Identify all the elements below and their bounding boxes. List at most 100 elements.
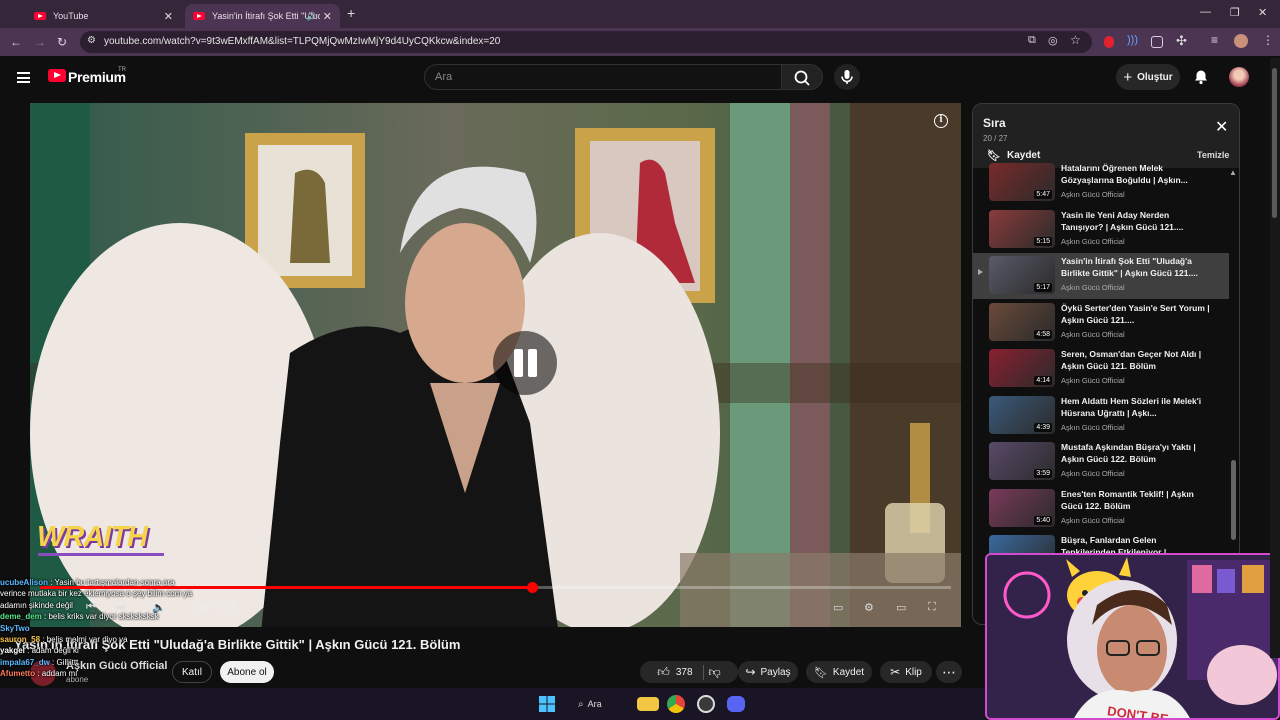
queue-item-title[interactable]: Yasin'in İtirafı Şok Etti "Uludağ'a Birl… bbox=[1061, 255, 1211, 279]
chat-username: Afumetto bbox=[0, 669, 36, 679]
page-scrollbar-thumb[interactable] bbox=[1272, 68, 1277, 218]
queue-item[interactable]: 5:40 Enes'ten Romantik Teklif! | Aşkın Gü… bbox=[973, 486, 1229, 532]
chat-username: ucubeAlison bbox=[0, 578, 49, 587]
dislike-button[interactable]: 👎︎ bbox=[709, 665, 721, 680]
queue-thumbnail[interactable]: 3:59 bbox=[989, 442, 1055, 480]
taskbar-search-label: Ara bbox=[587, 699, 602, 709]
queue-thumbnail[interactable]: 4:39 bbox=[989, 395, 1055, 434]
queue-item-channel: Aşkın Gücü Official bbox=[1061, 422, 1125, 432]
chat-separator: : bbox=[24, 646, 32, 656]
queue-item[interactable]: 5:47 Hatalarını Öğrenen Melek Gözyaşların… bbox=[973, 160, 1229, 206]
reload-button[interactable]: ↻ bbox=[57, 35, 67, 49]
video-player[interactable]: i WRAITH ⏮ ⏭ 🔈 2:48 / 5:16 ▭ ⚙ ▭ ⛶ bbox=[30, 103, 961, 627]
queue-item-channel: Aşkın Gücü Official bbox=[1061, 329, 1125, 339]
queue-item-title[interactable]: Hem Aldattı Hem Sözleri ile Melek'i Hüsr… bbox=[1061, 395, 1211, 419]
queue-item[interactable]: 5:15 Yasin ile Yeni Aday Nerden Tanışıyor… bbox=[973, 207, 1229, 253]
back-button[interactable]: ← bbox=[10, 35, 22, 49]
obs-icon[interactable] bbox=[697, 695, 715, 713]
queue-item-channel: Aşkın Gücü Official bbox=[1061, 469, 1125, 478]
install-icon[interactable]: ⧉ bbox=[1028, 34, 1036, 47]
queue-position: 20 / 27 bbox=[983, 134, 1008, 143]
queue-item[interactable]: 3:59 Mustafa Aşkından Büşra'yı Yaktı | Aş… bbox=[973, 439, 1229, 485]
queue-thumbnail[interactable]: 4:14 bbox=[989, 349, 1055, 387]
bookmark-star-icon[interactable]: ☆ bbox=[1070, 33, 1081, 47]
file-explorer-icon[interactable] bbox=[637, 697, 659, 711]
minimize-button[interactable]: — bbox=[1200, 6, 1211, 18]
duration-badge: 5:47 bbox=[1034, 190, 1052, 199]
theater-mode-icon[interactable]: ▭ bbox=[896, 601, 906, 614]
windows-start-icon[interactable] bbox=[536, 694, 558, 714]
close-queue-icon[interactable]: ✕ bbox=[1215, 120, 1228, 136]
browser-tab-video[interactable]: Yasin'in İtirafı Şok Etti "Uluda 🔊 ✕ bbox=[185, 4, 340, 28]
queue-item-channel: Aşkın Gücü Official bbox=[1061, 376, 1125, 385]
scissors-icon: ✂ bbox=[890, 665, 901, 679]
browser-tab-youtube[interactable]: YouTube ✕ bbox=[26, 4, 181, 28]
eye-off-icon[interactable]: ◎ bbox=[1048, 34, 1058, 47]
chat-username: SkyTwo bbox=[0, 623, 30, 633]
queue-scroll-up-icon[interactable]: ▲ bbox=[1229, 168, 1237, 177]
more-actions-button[interactable]: ⋯ bbox=[936, 661, 962, 683]
youtube-logo-icon[interactable] bbox=[48, 69, 66, 82]
url-text[interactable]: youtube.com/watch?v=9t3wEMxffAM&list=TLP… bbox=[104, 36, 500, 47]
scrubber-knob[interactable] bbox=[526, 582, 538, 593]
queue-thumbnail[interactable]: 5:40 bbox=[989, 488, 1055, 527]
queue-item-title[interactable]: Öykü Serter'den Yasin'e Sert Yorum | Aşk… bbox=[1061, 302, 1211, 326]
chat-message: adamın şikinde değil bbox=[0, 600, 480, 611]
close-window-button[interactable]: ✕ bbox=[1258, 6, 1267, 19]
forward-button[interactable]: → bbox=[34, 35, 46, 49]
chrome-menu-icon[interactable]: ⋮ bbox=[1262, 33, 1274, 47]
queue-clear-button[interactable]: Temizle bbox=[1197, 150, 1229, 160]
pause-indicator-icon[interactable] bbox=[493, 331, 557, 395]
queue-thumbnail[interactable]: 5:17 bbox=[989, 256, 1055, 294]
clip-button[interactable]: ✂ Klip bbox=[880, 661, 932, 683]
search-button[interactable] bbox=[781, 64, 823, 90]
tab-close-icon[interactable]: ✕ bbox=[164, 10, 173, 23]
extensions-puzzle-icon[interactable]: ✣ bbox=[1176, 33, 1187, 49]
queue-item[interactable]: 5:17 Yasin'in İtirafı Şok Etti "Uludağ'a … bbox=[973, 253, 1229, 299]
speaker-icon[interactable]: 🔊 bbox=[306, 12, 316, 21]
like-button[interactable]: 👍︎ 378 bbox=[657, 664, 704, 680]
voice-search-button[interactable] bbox=[834, 64, 860, 90]
share-button[interactable]: ↪ Paylaş bbox=[738, 661, 798, 683]
queue-thumbnail[interactable]: 5:47 bbox=[989, 163, 1055, 201]
settings-icon[interactable]: ⚙ bbox=[864, 601, 874, 614]
info-icon[interactable]: i bbox=[934, 114, 948, 128]
restore-button[interactable]: ❐ bbox=[1230, 6, 1240, 19]
tab-close-icon[interactable]: ✕ bbox=[323, 10, 332, 23]
queue-item-title[interactable]: Hatalarını Öğrenen Melek Gözyaşlarına Bo… bbox=[1061, 162, 1211, 186]
address-bar[interactable]: ⚙ youtube.com/watch?v=9t3wEMxffAM&list=T… bbox=[80, 31, 1092, 53]
extension-audio-icon[interactable]: ))) bbox=[1127, 34, 1138, 46]
search-input[interactable] bbox=[435, 71, 765, 83]
chat-message: sauron_58 : belis melmi var diyo ya bbox=[0, 634, 480, 645]
discord-icon[interactable] bbox=[727, 696, 745, 712]
new-tab-button[interactable]: + bbox=[347, 5, 355, 21]
chat-text: Yasin bu tartışmalardan sonra ara bbox=[54, 578, 175, 587]
menu-icon[interactable] bbox=[17, 72, 30, 83]
queue-item-title[interactable]: Enes'ten Romantik Teklif! | Aşkın Gücü 1… bbox=[1061, 488, 1211, 512]
queue-scrollbar-thumb[interactable] bbox=[1231, 460, 1236, 540]
queue-thumbnail[interactable]: 5:15 bbox=[989, 209, 1055, 248]
watermark-underline bbox=[38, 553, 164, 556]
reading-list-icon[interactable]: ≡ bbox=[1211, 33, 1218, 47]
save-button[interactable]: 🔖︎ Kaydet bbox=[806, 661, 872, 683]
subtitles-icon[interactable]: ▭ bbox=[833, 601, 843, 614]
queue-item-title[interactable]: Seren, Osman'dan Geçer Not Aldı | Aşkın … bbox=[1061, 348, 1211, 372]
queue-item[interactable]: 4:14 Seren, Osman'dan Geçer Not Aldı | Aş… bbox=[973, 346, 1229, 392]
account-avatar[interactable] bbox=[1229, 67, 1249, 87]
extension-red-icon[interactable] bbox=[1104, 36, 1114, 48]
profile-avatar[interactable] bbox=[1234, 34, 1248, 48]
search-box[interactable] bbox=[424, 64, 782, 90]
queue-item-title[interactable]: Yasin ile Yeni Aday Nerden Tanışıyor? | … bbox=[1061, 209, 1211, 233]
fullscreen-icon[interactable]: ⛶ bbox=[928, 601, 936, 614]
extension-icon[interactable] bbox=[1151, 36, 1163, 48]
queue-item[interactable]: 4:39 Hem Aldattı Hem Sözleri ile Melek'i … bbox=[973, 393, 1229, 439]
create-button[interactable]: + Oluştur bbox=[1116, 64, 1180, 90]
taskbar-search[interactable]: ⌕ Ara bbox=[578, 694, 630, 714]
chrome-icon[interactable] bbox=[667, 695, 685, 713]
search-icon: ⌕ bbox=[578, 698, 584, 710]
queue-thumbnail[interactable]: 4:58 bbox=[989, 302, 1055, 341]
notifications-bell-icon[interactable] bbox=[1193, 69, 1209, 85]
queue-item-title[interactable]: Mustafa Aşkından Büşra'yı Yaktı | Aşkın … bbox=[1061, 441, 1211, 465]
site-info-icon[interactable]: ⚙ bbox=[87, 35, 96, 46]
queue-item[interactable]: 4:58 Öykü Serter'den Yasin'e Sert Yorum |… bbox=[973, 300, 1229, 346]
